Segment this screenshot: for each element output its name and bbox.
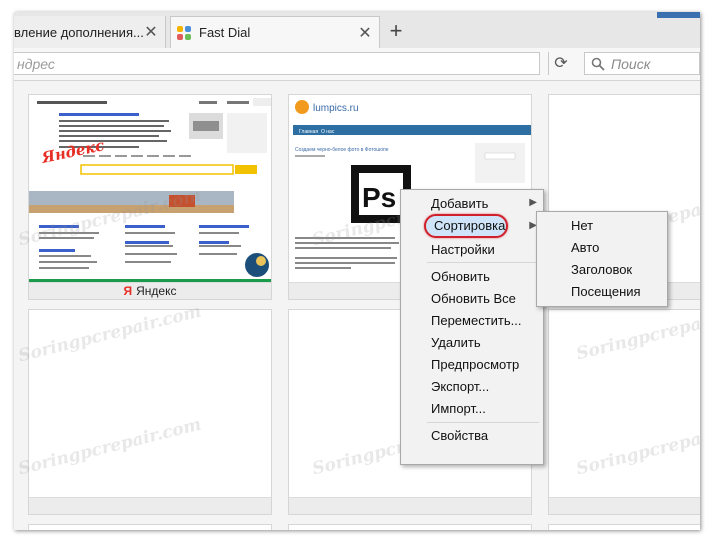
lumpics-nav-about: О нас <box>321 129 335 135</box>
menu-separator <box>427 262 539 263</box>
dial-tile-empty[interactable] <box>288 524 532 530</box>
photoshop-logo: Ps <box>362 182 396 213</box>
chevron-right-icon: ▶ <box>529 197 537 208</box>
menu-item-refresh[interactable]: Обновить <box>431 269 490 284</box>
menu-item-properties[interactable]: Свойства <box>431 428 488 443</box>
new-tab-button[interactable]: + <box>384 18 408 44</box>
window-control[interactable] <box>657 12 700 18</box>
dial-tile-empty[interactable] <box>28 524 272 530</box>
tab-addons[interactable]: вление дополнения... ✕ <box>14 16 166 48</box>
dial-tile-empty[interactable] <box>548 524 700 530</box>
menu-item-export[interactable]: Экспорт... <box>431 379 489 394</box>
browser-window: вление дополнения... ✕ Fast Dial ✕ + ндр… <box>14 12 700 530</box>
search-icon <box>591 57 605 71</box>
tile-caption <box>549 497 700 514</box>
tab-fast-dial[interactable]: Fast Dial ✕ <box>170 16 380 48</box>
tab-addons-label: вление дополнения... <box>14 24 143 40</box>
menu-item-preview[interactable]: Предпросмотр <box>431 357 519 372</box>
menu-item-sort-label: Сортировка <box>434 218 506 233</box>
sort-submenu: Нет Авто Заголовок Посещения <box>536 211 668 307</box>
tile-caption <box>29 497 271 514</box>
tile-caption <box>289 497 531 514</box>
tile-label-yandex: Яндекс <box>136 284 177 298</box>
address-bar[interactable]: ндрес <box>14 52 540 75</box>
lumpics-site-name: lumpics.ru <box>313 103 359 114</box>
yandex-thumbnail: Яндекс <box>29 95 271 286</box>
menu-item-delete[interactable]: Удалить <box>431 335 481 350</box>
menu-item-add[interactable]: Добавить <box>431 196 488 211</box>
tab-fast-dial-label: Fast Dial <box>199 25 251 40</box>
menu-item-sort[interactable]: Сортировка <box>424 214 508 238</box>
search-input[interactable]: Поиск <box>584 52 700 75</box>
close-icon[interactable]: ✕ <box>357 23 373 43</box>
navigation-toolbar: ндрес ⟳ Поиск <box>14 48 700 81</box>
menu-separator <box>427 422 539 423</box>
reload-icon[interactable]: ⟳ <box>548 52 573 75</box>
menu-item-settings[interactable]: Настройки <box>431 242 495 257</box>
search-placeholder: Поиск <box>611 55 651 72</box>
lumpics-nav-home: Главная <box>299 129 318 135</box>
tab-strip: вление дополнения... ✕ Fast Dial ✕ + <box>14 12 700 48</box>
submenu-item-visits[interactable]: Посещения <box>571 284 641 299</box>
fast-dial-icon <box>177 25 191 40</box>
yandex-icon: Я <box>123 284 133 298</box>
submenu-item-none[interactable]: Нет <box>571 218 593 233</box>
address-placeholder: ндрес <box>17 56 55 72</box>
submenu-item-title[interactable]: Заголовок <box>571 262 632 277</box>
orange-icon <box>295 100 309 114</box>
submenu-item-auto[interactable]: Авто <box>571 240 599 255</box>
menu-item-move[interactable]: Переместить... <box>431 313 521 328</box>
menu-item-refresh-all[interactable]: Обновить Все <box>431 291 516 306</box>
menu-item-import[interactable]: Импорт... <box>431 401 486 416</box>
tile-caption: Я Яндекс <box>29 282 271 299</box>
yandex-preview: Яндекс <box>29 95 271 286</box>
close-icon[interactable]: ✕ <box>143 22 159 42</box>
lumpics-article-title: Создаем черно-белое фото в Фотошопе <box>295 147 389 153</box>
